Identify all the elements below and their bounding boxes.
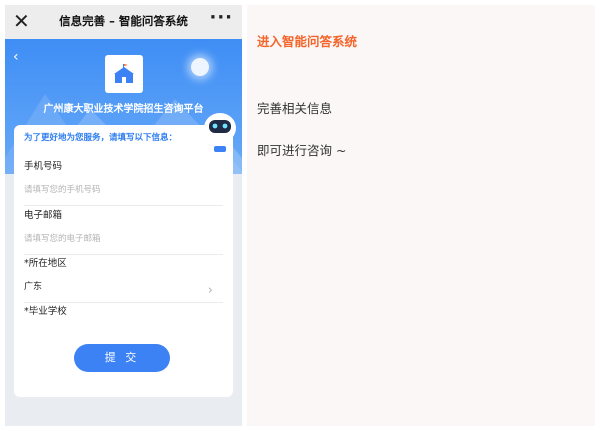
page-title: 信息完善 – 智能问答系统 — [59, 14, 188, 28]
caption-heading: 进入智能问答系统 — [257, 34, 358, 49]
phone-input[interactable]: 请填写您的手机号码 — [24, 183, 223, 195]
region-select[interactable]: 广东 — [24, 279, 223, 292]
divider — [24, 205, 223, 206]
title-bar: ✕ 信息完善 – 智能问答系统 ··· — [5, 5, 242, 39]
school-label: *毕业学校 — [24, 306, 67, 317]
phone-screen: ✕ 信息完善 – 智能问答系统 ··· ‹ 广州康大职业技术学院招生咨询平台 为… — [5, 5, 242, 426]
region-label: *所在地区 — [24, 258, 67, 269]
phone-label: 手机号码 — [24, 161, 63, 172]
more-icon[interactable]: ··· — [209, 7, 233, 28]
email-input[interactable]: 请填写您的电子邮箱 — [24, 232, 223, 244]
email-label: 电子邮箱 — [24, 210, 63, 221]
school-logo-icon — [105, 55, 143, 93]
form-notice: 为了更好地为您服务，请填写以下信息： — [24, 133, 178, 143]
caption-line-1: 完善相关信息 — [257, 101, 333, 116]
region-field[interactable]: *所在地区 广东 › — [24, 255, 223, 303]
email-field[interactable]: 电子邮箱 请填写您的电子邮箱 — [24, 207, 223, 255]
chevron-right-icon[interactable]: › — [208, 283, 213, 298]
caption-line-2: 即可进行咨询 ~ — [257, 143, 347, 158]
phone-field[interactable]: 手机号码 请填写您的手机号码 — [24, 158, 223, 206]
robot-mascot-icon — [201, 108, 239, 161]
info-form-card: 为了更好地为您服务，请填写以下信息： 手机号码 请填写您的手机号码 电子邮箱 请… — [14, 125, 233, 397]
back-icon[interactable]: ‹ — [13, 49, 19, 65]
caption-panel: 进入智能问答系统 完善相关信息 即可进行咨询 ~ — [247, 5, 595, 426]
submit-button[interactable]: 提 交 — [74, 344, 170, 372]
school-field[interactable]: *毕业学校 — [24, 303, 223, 317]
moon-icon — [191, 58, 209, 76]
